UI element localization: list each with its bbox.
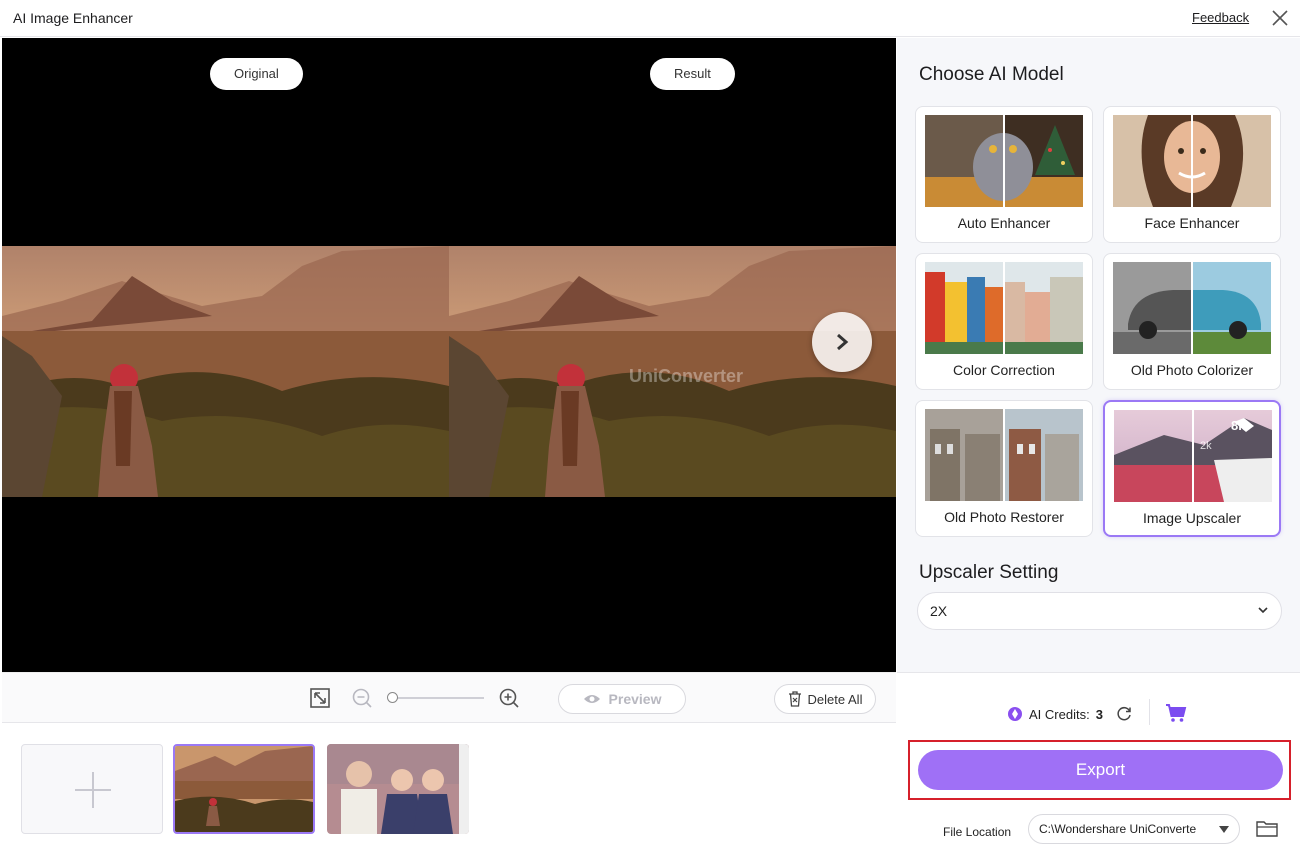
credits-icon <box>1008 707 1022 721</box>
preview-button[interactable]: Preview <box>558 684 686 714</box>
export-highlight: Export <box>908 740 1291 800</box>
original-image <box>2 246 449 497</box>
ai-credits-label: AI Credits: <box>1029 706 1090 722</box>
thumbnail-landscape[interactable] <box>173 744 315 834</box>
upscaler-value: 2X <box>930 603 948 619</box>
result-image: UniConverter <box>449 246 896 497</box>
zoom-slider-handle[interactable] <box>387 692 398 703</box>
file-location-label: File Location <box>943 825 1012 839</box>
model-color-correction-image <box>925 262 1083 354</box>
model-auto-enhancer-image <box>925 115 1083 207</box>
model-old-photo-restorer-image <box>925 409 1083 501</box>
cart-icon[interactable] <box>1165 703 1187 723</box>
folder-icon[interactable] <box>1256 819 1278 837</box>
upscaler-dropdown[interactable]: 2X <box>917 592 1282 630</box>
original-label: Original <box>210 58 303 90</box>
model-color-correction[interactable]: Color Correction <box>915 253 1093 390</box>
choose-model-title: Choose AI Model <box>919 64 1064 85</box>
refresh-icon[interactable] <box>1115 705 1133 723</box>
preview-panel: Original Result UniConverter <box>2 38 896 672</box>
model-old-photo-colorizer-image <box>1113 262 1271 354</box>
next-image-button[interactable] <box>812 312 872 372</box>
add-image-button[interactable] <box>21 744 163 834</box>
model-auto-enhancer[interactable]: Auto Enhancer <box>915 106 1093 243</box>
upscaler-setting-title: Upscaler Setting <box>919 562 1059 583</box>
window-title: AI Image Enhancer <box>13 10 133 26</box>
zoom-in-icon[interactable] <box>498 687 520 709</box>
export-button[interactable]: Export <box>918 750 1283 790</box>
upscaler-badge-8k: 8k <box>1231 418 1246 433</box>
delete-all-button[interactable]: Delete All <box>774 684 876 714</box>
model-panel: Choose AI Model Auto Enhancer Face Enhan… <box>897 38 1300 672</box>
thumbnail-old-photo[interactable] <box>327 744 469 834</box>
trash-icon <box>788 691 801 707</box>
file-location-value: C:\Wondershare UniConverte <box>1039 822 1197 836</box>
preview-toolbar: Preview Delete All <box>2 672 896 723</box>
ai-credits-count: 3 <box>1095 706 1103 722</box>
model-label: Old Photo Restorer <box>944 509 1064 525</box>
preview-button-label: Preview <box>608 691 662 707</box>
thumbnail-strip <box>2 723 896 857</box>
title-bar: AI Image Enhancer Feedback <box>0 0 1300 37</box>
watermark: UniConverter <box>629 366 744 386</box>
result-label: Result <box>650 58 735 90</box>
eye-icon <box>583 695 600 703</box>
model-image-upscaler[interactable]: 8k 2k Image Upscaler <box>1103 400 1281 537</box>
chevron-down-icon <box>1258 607 1268 614</box>
fit-screen-icon[interactable] <box>309 687 331 709</box>
model-old-photo-colorizer[interactable]: Old Photo Colorizer <box>1103 253 1281 390</box>
chevron-right-icon <box>837 333 849 351</box>
close-icon[interactable] <box>1270 8 1290 28</box>
model-label: Auto Enhancer <box>957 215 1051 231</box>
model-face-enhancer[interactable]: Face Enhancer <box>1103 106 1281 243</box>
zoom-slider-track[interactable] <box>394 697 484 699</box>
file-location-select[interactable]: C:\Wondershare UniConverte <box>1028 814 1240 844</box>
delete-all-label: Delete All <box>807 691 863 707</box>
dropdown-arrow-icon <box>1219 826 1229 833</box>
model-image-upscaler-image: 8k 2k <box>1114 410 1272 502</box>
model-old-photo-restorer[interactable]: Old Photo Restorer <box>915 400 1093 537</box>
ai-credits: AI Credits: 3 <box>1007 705 1133 723</box>
model-face-enhancer-image <box>1113 115 1271 207</box>
zoom-out-icon[interactable] <box>351 687 373 709</box>
model-label: Old Photo Colorizer <box>1130 362 1254 378</box>
model-label: Color Correction <box>953 362 1055 378</box>
upscaler-badge-2k: 2k <box>1200 440 1212 452</box>
divider <box>1149 699 1150 725</box>
feedback-link[interactable]: Feedback <box>1192 10 1249 25</box>
model-label: Face Enhancer <box>1144 215 1240 231</box>
export-panel: AI Credits: 3 Export File Location C:\Wo… <box>897 672 1300 857</box>
model-label: Image Upscaler <box>1142 510 1242 526</box>
plus-icon <box>75 772 111 808</box>
